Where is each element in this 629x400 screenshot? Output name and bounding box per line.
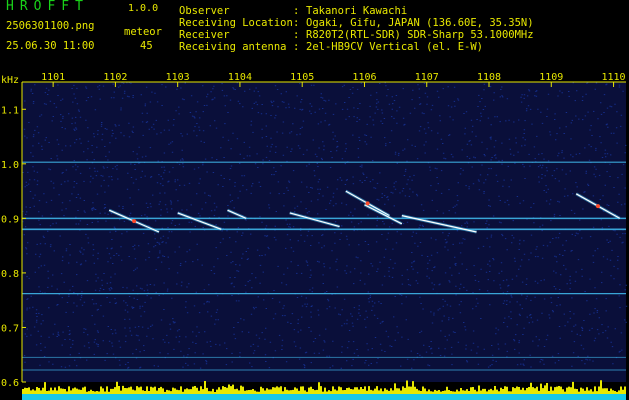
info-sep: :	[293, 17, 300, 29]
y-tick-label: 0.8	[1, 269, 19, 280]
y-tick-label: 1.0	[1, 160, 19, 171]
date-time: 25.06.30 11:00	[6, 40, 95, 52]
x-tick-label: 1104	[228, 72, 252, 83]
meteor-echo-peak	[595, 204, 600, 209]
x-tick-label: 1107	[415, 72, 439, 83]
y-axis-unit: kHz	[1, 75, 19, 86]
meteor-echo-peak	[132, 219, 137, 224]
y-tick-label: 0.9	[1, 214, 19, 225]
info-value-receiver: R820T2(RTL-SDR) SDR-Sharp 53.1000MHz	[306, 29, 534, 41]
meteor-label: meteor	[124, 26, 162, 38]
spectrogram: 1101 1102 1103 1104 1105 1106 1107 1108 1109 1110…	[0, 70, 629, 400]
info-value-antenna: 2el-HB9CV Vertical (el. E-W)	[306, 41, 484, 53]
y-tick-label: 0.6	[1, 378, 19, 389]
app-name: HROFFT	[6, 0, 89, 14]
x-tick-label: 1109	[539, 72, 563, 83]
x-tick-label: 1105	[290, 72, 314, 83]
x-tick-label: 1101	[41, 72, 65, 83]
x-tick-label: 1106	[352, 72, 376, 83]
spectrogram-panel: 1101 1102 1103 1104 1105 1106 1107 1108 1109 1110…	[0, 70, 629, 400]
info-label-observer: Observer	[179, 5, 230, 17]
header-panel: HROFFT 1.0.0 2506301100.png 25.06.30 11:…	[0, 0, 629, 70]
spectrogram-field	[22, 82, 626, 382]
info-sep: :	[293, 5, 300, 17]
x-tick-label: 1103	[166, 72, 190, 83]
meteor-echo-peak	[365, 201, 370, 206]
y-tick-label: 1.1	[1, 105, 19, 116]
info-label-antenna: Receiving antenna	[179, 41, 287, 53]
info-label-location: Receiving Location	[179, 17, 293, 29]
info-value-location: Ogaki, Gifu, JAPAN (136.60E, 35.35N)	[306, 17, 534, 29]
app-version: 1.0.0	[128, 3, 159, 14]
x-tick-label: 1102	[103, 72, 127, 83]
info-label-receiver: Receiver	[179, 29, 230, 41]
info-value-observer: Takanori Kawachi	[306, 5, 408, 17]
meteor-count: 45	[140, 40, 153, 52]
y-tick-label: 0.7	[1, 323, 19, 334]
x-tick-label: 1110	[601, 72, 625, 83]
info-sep: :	[293, 41, 300, 53]
x-tick-label: 1108	[477, 72, 501, 83]
info-sep: :	[293, 29, 300, 41]
file-name: 2506301100.png	[6, 20, 95, 32]
